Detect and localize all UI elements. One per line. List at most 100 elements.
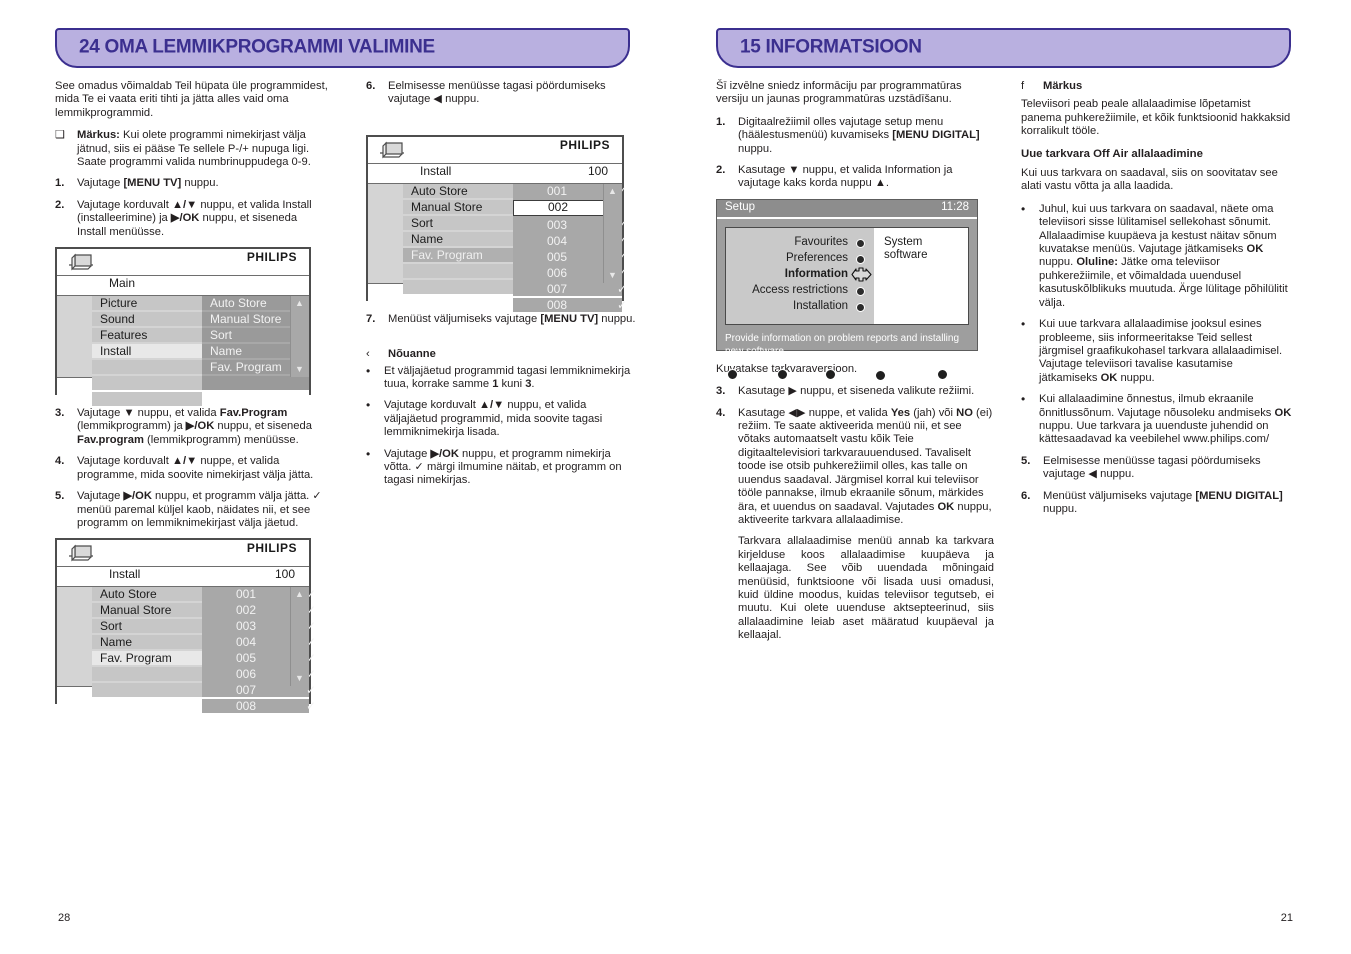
bullet-dot-icon <box>856 238 865 248</box>
menu-item-name[interactable]: Name <box>403 231 513 246</box>
menu-item-fav-program[interactable]: Fav. Program <box>92 651 202 666</box>
scroll-down-icon[interactable]: ▼ <box>295 674 304 683</box>
colour-button-3[interactable] <box>825 369 840 382</box>
program-number: 001 <box>236 587 257 602</box>
favourite-check-icon: ✓ <box>306 699 317 714</box>
page-title: 15 INFORMATSIOON <box>740 36 922 58</box>
setup-item-favourites[interactable]: Favourites <box>726 234 874 250</box>
tip-2-b1: ▶/OK <box>430 447 459 460</box>
tip-item: • Vajutage korduvalt ▲/▼ nuppu, et valid… <box>366 399 641 439</box>
menu-item-sort[interactable]: Sort <box>403 215 513 230</box>
menu-item-features[interactable]: Features <box>92 328 202 343</box>
step-5-number: 5. <box>55 490 65 503</box>
step-4-t1: Kasutage ◀▶ nuppe, et valida <box>738 406 891 419</box>
scroll-down-icon[interactable]: ▼ <box>295 365 304 374</box>
menu-item-blank: . <box>403 263 513 278</box>
setup-item-access-restrictions[interactable]: Access restrictions <box>726 282 874 298</box>
scroll-up-icon[interactable]: ▲ <box>295 299 304 308</box>
menu-item-sound[interactable]: Sound <box>92 312 202 327</box>
close-button-label: Close <box>890 368 919 381</box>
program-number: 002 <box>236 603 257 618</box>
tv-scrollbar[interactable]: ▲ ▼ <box>290 296 309 378</box>
step-3-b3: Fav.program <box>77 433 144 446</box>
bullet-body: Kui allalaadimine õnnestus, ilmub ekraan… <box>1039 393 1293 447</box>
close-button[interactable]: Close <box>875 369 918 383</box>
step-4: 4. Vajutage korduvalt ▲/▼ nuppe, et vali… <box>55 455 328 482</box>
setup-item-information[interactable]: Information <box>726 266 874 282</box>
colour-button-5[interactable] <box>937 369 952 382</box>
colour-button-2[interactable] <box>777 369 792 382</box>
menu-item-sort[interactable]: Sort <box>92 619 202 634</box>
setup-item-preferences[interactable]: Preferences <box>726 250 874 266</box>
tip-marker-icon: ‹ <box>366 348 370 361</box>
step-4-number: 4. <box>55 455 65 468</box>
menu-item-fav-program[interactable]: Fav. Program <box>403 247 513 262</box>
step-2-text-pre: Vajutage korduvalt <box>77 198 172 211</box>
step-7-b1: [MENU TV] <box>540 312 599 325</box>
tip-item-body: Vajutage korduvalt ▲/▼ nuppu, et valida … <box>384 399 641 439</box>
menu-item-name[interactable]: Name <box>92 635 202 650</box>
menu-item-blank: . <box>92 376 202 391</box>
page-title: 24 OMA LEMMIKPROGRAMMI VALIMINE <box>79 36 435 58</box>
step-5-body: Eelmisesse menüüsse tagasi pöördumiseks … <box>1043 454 1261 481</box>
menu-item-auto-store[interactable]: Auto Store <box>92 587 202 602</box>
tv-gutter <box>57 296 92 378</box>
step-1-key: [MENU TV] <box>123 177 182 190</box>
menu-item-install[interactable]: Install <box>92 344 202 359</box>
tv-menu-name: Main <box>109 276 136 291</box>
menu-item-manual-store[interactable]: Manual Store <box>403 199 513 214</box>
step-1-t2: nuppu. <box>738 142 773 155</box>
step-3: 3. Vajutage ▼ nuppu, et valida Fav.Progr… <box>55 407 328 447</box>
menu-item-auto-store[interactable]: Auto Store <box>403 183 513 198</box>
tip-0-t2: kuni <box>498 378 526 391</box>
tv-program-number: 100 <box>587 163 608 178</box>
tv-program-list: 001 ✓ 002 003 ✓ 004 ✓ 005 ✓ 006 ✓ 007 ✓ 008 ✓ ▲… <box>513 183 627 312</box>
tv-titlebar: PHILIPS <box>57 540 309 568</box>
step-1: 1. Vajutage [MENU TV] nuppu. <box>55 177 328 190</box>
program-number: 008 <box>547 297 568 312</box>
step-4-b1: ▲/▼ <box>171 455 198 468</box>
step-3-body: Kasutage ▶ nuppu, et siseneda valikute r… <box>738 385 975 398</box>
step-2-key-2: ▶/OK <box>170 212 200 225</box>
step-1-body: Digitaalrežiimil olles vajutage setup me… <box>738 116 994 156</box>
tv-menu-screenshot-main: PHILIPS Main Picture Sound Features Inst… <box>55 247 311 407</box>
tv-menu-line: Install 100 <box>368 163 622 184</box>
step-4-t2: (jah) või <box>910 406 957 419</box>
bullet-0-b2: Oluline: <box>1076 256 1118 269</box>
step-3: 3. Kasutage ▶ nuppu, et siseneda valikut… <box>716 385 994 398</box>
tv-titlebar: PHILIPS <box>368 136 622 164</box>
bullet-1-t1: Kui uue tarkvara allalaadimise jooksul e… <box>1039 318 1283 384</box>
bullet-body: Kui uue tarkvara allalaadimise jooksul e… <box>1039 318 1293 385</box>
tv-scrollbar[interactable]: ▲ ▼ <box>603 183 622 283</box>
tip-1-b1: ▲/▼ <box>478 399 505 412</box>
step-5-t1: Vajutage <box>77 490 124 503</box>
setup-item-installation[interactable]: Installation <box>726 298 874 314</box>
note-title: Märkus <box>1043 80 1293 93</box>
note-body: Märkus: Kui olete programmi nimekirjast … <box>77 129 328 169</box>
tv-menu-line: Install 100 <box>57 567 309 588</box>
tv-menu-body: Picture Sound Features Install . . . Aut… <box>57 296 309 407</box>
table-row[interactable]: 008 ✓ <box>513 297 627 312</box>
scroll-down-icon[interactable]: ▼ <box>608 270 617 280</box>
table-row[interactable]: 008 ✓ <box>202 699 316 714</box>
bullet-icon: • <box>1021 317 1026 332</box>
program-number: 004 <box>547 233 568 248</box>
menu-item-manual-store[interactable]: Manual Store <box>92 603 202 618</box>
tv-scrollbar[interactable]: ▲ ▼ <box>290 587 309 687</box>
note-marker-icon: f <box>1021 80 1025 92</box>
scroll-up-icon[interactable]: ▲ <box>608 186 617 196</box>
menu-item-picture[interactable]: Picture <box>92 296 202 311</box>
scroll-up-icon[interactable]: ▲ <box>295 590 304 599</box>
setup-item-label: Access restrictions <box>752 283 848 296</box>
step-6-b1: [MENU DIGITAL] <box>1195 489 1283 502</box>
submenu-item-blank: . <box>202 376 309 391</box>
menu-item-blank: . <box>403 279 513 294</box>
setup-colour-button-bar: Close <box>725 366 969 386</box>
table-row[interactable]: 007 ✓ <box>513 281 627 296</box>
tv-program-list: 001 ✓ 002 ✓ 003 ✓ 004 ✓ 005 ✓ 006 ✓ 007 ✓ 008 ✓ … <box>202 587 316 714</box>
bullet-icon: • <box>366 398 371 413</box>
colour-button-1[interactable] <box>727 369 742 382</box>
menu-item-blank: . <box>92 392 202 407</box>
bullet-icon: • <box>1021 201 1026 216</box>
bullet-0-t2: nuppu. <box>1039 256 1077 269</box>
